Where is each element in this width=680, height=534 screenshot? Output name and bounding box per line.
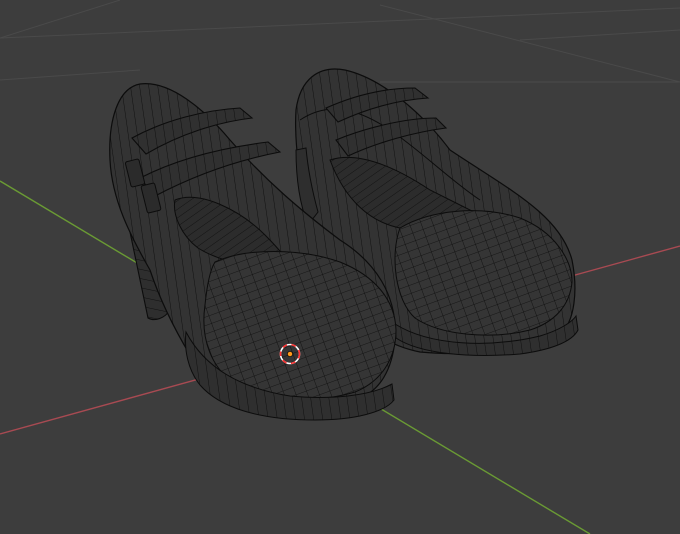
viewport-canvas[interactable]: [0, 0, 680, 534]
grid-line: [0, 7, 680, 39]
3d-viewport[interactable]: [0, 0, 680, 534]
grid-line: [519, 29, 680, 41]
grid-line: [0, 0, 121, 39]
grid-line: [0, 69, 141, 81]
object-origin-dot: [287, 351, 293, 357]
grid-line: [379, 4, 680, 83]
